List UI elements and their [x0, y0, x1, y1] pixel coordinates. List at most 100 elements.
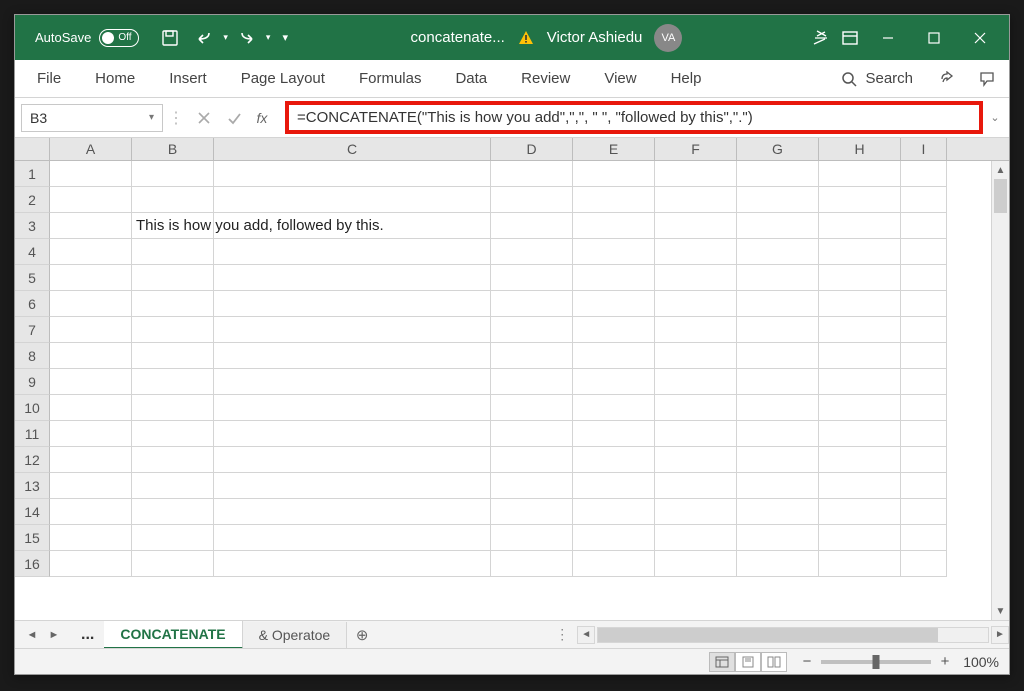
undo-dropdown-icon[interactable]: ▾	[223, 32, 228, 43]
cell-E3[interactable]	[573, 213, 655, 239]
cell-F1[interactable]	[655, 161, 737, 187]
cell-H7[interactable]	[819, 317, 901, 343]
tab-formulas[interactable]: Formulas	[345, 62, 436, 95]
cell-H10[interactable]	[819, 395, 901, 421]
cell-E5[interactable]	[573, 265, 655, 291]
cell-C11[interactable]	[214, 421, 491, 447]
cell-I5[interactable]	[901, 265, 947, 291]
autosave-toggle[interactable]: Off	[99, 29, 139, 47]
cell-F2[interactable]	[655, 187, 737, 213]
cell-B1[interactable]	[132, 161, 214, 187]
cell-H11[interactable]	[819, 421, 901, 447]
cell-C4[interactable]	[214, 239, 491, 265]
cell-F5[interactable]	[655, 265, 737, 291]
hscroll-thumb[interactable]	[598, 628, 938, 642]
tab-insert[interactable]: Insert	[155, 62, 221, 95]
cancel-formula-button[interactable]	[189, 104, 219, 132]
cell-F3[interactable]	[655, 213, 737, 239]
cell-F7[interactable]	[655, 317, 737, 343]
cell-E14[interactable]	[573, 499, 655, 525]
cell-D5[interactable]	[491, 265, 573, 291]
sheet-next-button[interactable]: ►	[43, 624, 65, 646]
cell-G13[interactable]	[737, 473, 819, 499]
cell-G11[interactable]	[737, 421, 819, 447]
tab-data[interactable]: Data	[441, 62, 501, 95]
zoom-slider-thumb[interactable]	[873, 655, 880, 669]
cell-I8[interactable]	[901, 343, 947, 369]
row-header-1[interactable]: 1	[15, 161, 50, 187]
cell-B15[interactable]	[132, 525, 214, 551]
close-button[interactable]	[957, 15, 1003, 60]
cell-B4[interactable]	[132, 239, 214, 265]
row-header-8[interactable]: 8	[15, 343, 50, 369]
cell-G7[interactable]	[737, 317, 819, 343]
cell-C10[interactable]	[214, 395, 491, 421]
cell-A10[interactable]	[50, 395, 132, 421]
cell-B14[interactable]	[132, 499, 214, 525]
cell-I15[interactable]	[901, 525, 947, 551]
cell-E12[interactable]	[573, 447, 655, 473]
cell-A15[interactable]	[50, 525, 132, 551]
cell-E8[interactable]	[573, 343, 655, 369]
cells-area[interactable]: This is how you add, followed by this.	[50, 161, 991, 620]
share-button[interactable]	[933, 65, 961, 93]
row-header-2[interactable]: 2	[15, 187, 50, 213]
cell-G14[interactable]	[737, 499, 819, 525]
cell-I10[interactable]	[901, 395, 947, 421]
select-all-corner[interactable]	[15, 138, 50, 160]
cell-B2[interactable]	[132, 187, 214, 213]
cell-A16[interactable]	[50, 551, 132, 577]
cell-B3[interactable]: This is how you add, followed by this.	[132, 213, 214, 239]
cell-A4[interactable]	[50, 239, 132, 265]
scroll-down-arrow[interactable]: ▼	[992, 602, 1009, 620]
row-header-11[interactable]: 11	[15, 421, 50, 447]
cell-F11[interactable]	[655, 421, 737, 447]
row-header-16[interactable]: 16	[15, 551, 50, 577]
cell-B16[interactable]	[132, 551, 214, 577]
view-normal-button[interactable]	[709, 652, 735, 672]
cell-E13[interactable]	[573, 473, 655, 499]
cell-A7[interactable]	[50, 317, 132, 343]
cell-C1[interactable]	[214, 161, 491, 187]
col-header-C[interactable]: C	[214, 138, 491, 160]
tab-home[interactable]: Home	[81, 62, 149, 95]
tab-file[interactable]: File	[23, 62, 75, 95]
cell-F10[interactable]	[655, 395, 737, 421]
cell-I12[interactable]	[901, 447, 947, 473]
zoom-percentage[interactable]: 100%	[959, 654, 999, 670]
col-header-I[interactable]: I	[901, 138, 947, 160]
cell-C12[interactable]	[214, 447, 491, 473]
cell-G15[interactable]	[737, 525, 819, 551]
cell-F13[interactable]	[655, 473, 737, 499]
cell-H4[interactable]	[819, 239, 901, 265]
cell-G9[interactable]	[737, 369, 819, 395]
col-header-H[interactable]: H	[819, 138, 901, 160]
cell-E11[interactable]	[573, 421, 655, 447]
sheet-tab-concatenate[interactable]: CONCATENATE	[104, 621, 242, 649]
col-header-A[interactable]: A	[50, 138, 132, 160]
save-button[interactable]	[155, 23, 185, 53]
cell-A3[interactable]	[50, 213, 132, 239]
cell-H12[interactable]	[819, 447, 901, 473]
cell-H1[interactable]	[819, 161, 901, 187]
view-page-layout-button[interactable]	[735, 652, 761, 672]
row-header-3[interactable]: 3	[15, 213, 50, 239]
cell-I1[interactable]	[901, 161, 947, 187]
cell-H9[interactable]	[819, 369, 901, 395]
cell-H8[interactable]	[819, 343, 901, 369]
cell-G6[interactable]	[737, 291, 819, 317]
row-header-9[interactable]: 9	[15, 369, 50, 395]
col-header-E[interactable]: E	[573, 138, 655, 160]
cell-B9[interactable]	[132, 369, 214, 395]
zoom-slider[interactable]	[821, 660, 931, 664]
cell-E16[interactable]	[573, 551, 655, 577]
cell-E4[interactable]	[573, 239, 655, 265]
cell-A12[interactable]	[50, 447, 132, 473]
user-avatar[interactable]: VA	[654, 24, 682, 52]
cell-A8[interactable]	[50, 343, 132, 369]
cell-G4[interactable]	[737, 239, 819, 265]
cell-H14[interactable]	[819, 499, 901, 525]
sheet-menu-icon[interactable]: ⋮	[547, 626, 577, 643]
cell-B8[interactable]	[132, 343, 214, 369]
cell-A6[interactable]	[50, 291, 132, 317]
